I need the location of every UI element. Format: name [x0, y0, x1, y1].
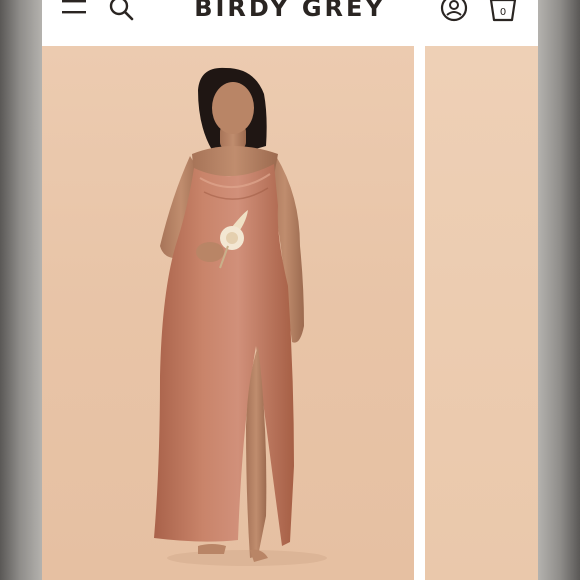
account-icon[interactable]	[440, 0, 468, 22]
product-photo-next[interactable]	[425, 46, 538, 580]
shopping-bag-icon[interactable]: 0	[488, 0, 518, 22]
product-page: BIRDY GREY 0	[42, 0, 538, 580]
model-in-dress-photo	[154, 67, 327, 566]
product-photo-main[interactable]	[42, 46, 414, 580]
bag-count: 0	[500, 7, 506, 18]
product-image-gallery[interactable]	[42, 46, 538, 580]
site-header: BIRDY GREY 0	[42, 0, 538, 46]
